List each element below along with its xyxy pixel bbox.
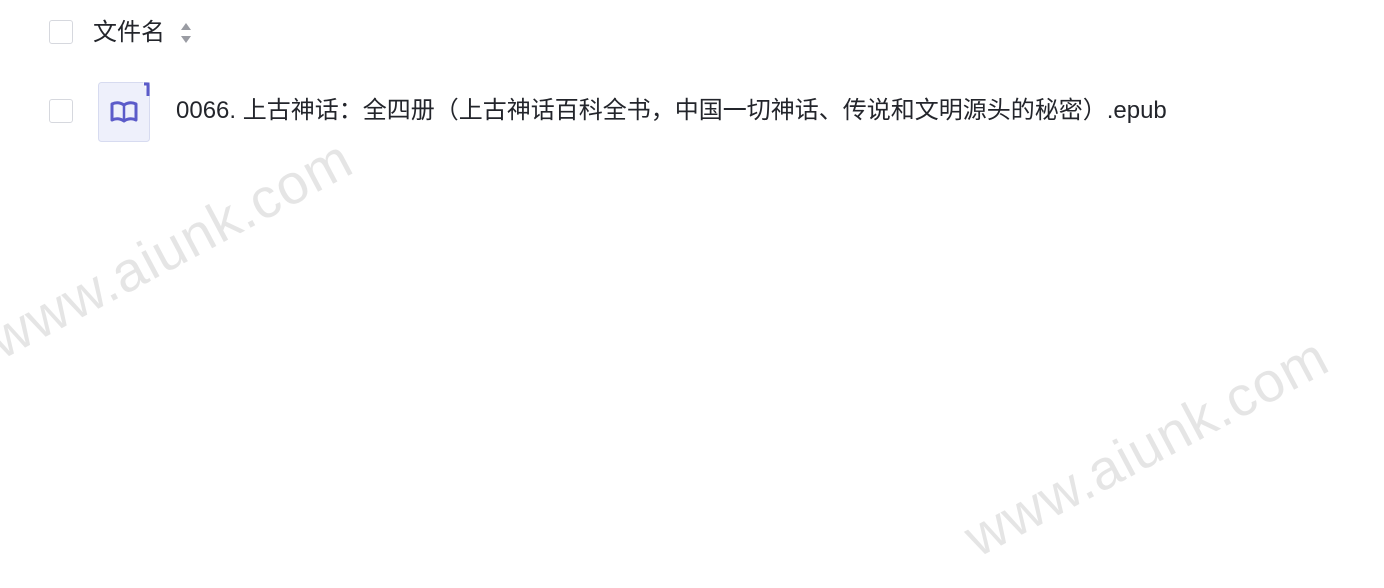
select-all-checkbox[interactable] [49,20,73,44]
epub-book-icon [98,82,150,142]
sort-updown-icon[interactable] [179,21,193,45]
file-list-header: 文件名 [0,0,1384,66]
watermark-text: www.aiunk.com [953,324,1339,569]
file-row[interactable]: 0066. 上古神话：全四册（上古神话百科全书，中国一切神话、传说和文明源头的秘… [0,78,1384,146]
column-header-filename[interactable]: 文件名 [93,17,165,49]
watermark-text: www.aiunk.com [0,126,363,371]
file-name-link[interactable]: 0066. 上古神话：全四册（上古神话百科全书，中国一切神话、传说和文明源头的秘… [176,95,1167,127]
file-checkbox[interactable] [49,99,73,123]
